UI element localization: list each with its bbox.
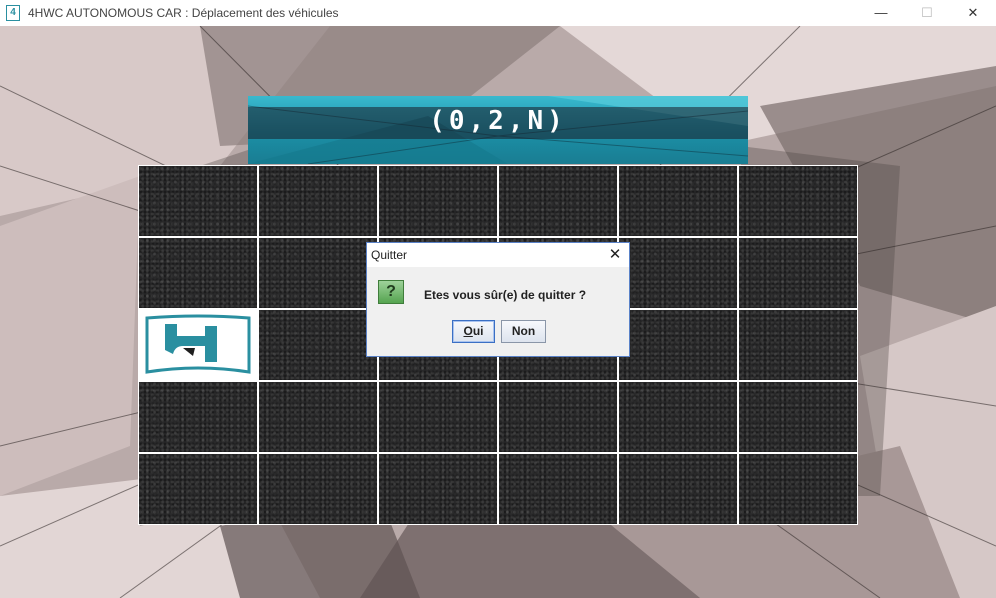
maximize-button[interactable]: ☐: [904, 0, 950, 26]
grid-cell[interactable]: [739, 454, 857, 524]
grid-cell[interactable]: [619, 166, 737, 236]
yes-button-mnemonic: O: [463, 324, 473, 338]
position-banner: (0,2,N): [248, 96, 748, 164]
car-position-label: (0,2,N): [429, 106, 567, 136]
grid-cell[interactable]: [139, 454, 257, 524]
grid-cell[interactable]: [739, 310, 857, 380]
dialog-message: Etes vous sûr(e) de quitter ?: [424, 288, 587, 302]
dialog-title: Quitter: [371, 248, 408, 262]
grid-cell[interactable]: [619, 310, 737, 380]
grid-cell[interactable]: [379, 454, 497, 524]
window-title: 4HWC AUTONOMOUS CAR : Déplacement des vé…: [28, 6, 339, 20]
close-window-button[interactable]: ✕: [950, 0, 996, 26]
grid-cell[interactable]: [259, 454, 377, 524]
grid-cell[interactable]: [739, 166, 857, 236]
grid-cell[interactable]: [499, 382, 617, 452]
grid-cell[interactable]: [139, 166, 257, 236]
grid-cell[interactable]: [259, 310, 377, 380]
dialog-close-button[interactable]: ✕: [603, 244, 627, 266]
grid-cell[interactable]: [619, 454, 737, 524]
grid-cell-car[interactable]: [139, 310, 257, 380]
grid-cell[interactable]: [739, 238, 857, 308]
grid-cell[interactable]: [259, 238, 377, 308]
grid-cell[interactable]: [499, 166, 617, 236]
dialog-titlebar: Quitter ✕: [367, 243, 629, 267]
car-logo-icon: [145, 314, 251, 374]
grid-cell[interactable]: [139, 382, 257, 452]
grid-cell[interactable]: [739, 382, 857, 452]
grid-cell[interactable]: [379, 166, 497, 236]
no-button[interactable]: Non: [501, 320, 546, 343]
grid-cell[interactable]: [619, 382, 737, 452]
yes-button[interactable]: Oui: [452, 320, 495, 343]
grid-cell[interactable]: [139, 238, 257, 308]
app-logo-icon: 4: [6, 5, 20, 21]
grid-cell[interactable]: [259, 166, 377, 236]
window-titlebar: 4 4HWC AUTONOMOUS CAR : Déplacement des …: [0, 0, 996, 27]
question-icon: ?: [378, 280, 404, 304]
grid-cell[interactable]: [259, 382, 377, 452]
grid-cell[interactable]: [499, 454, 617, 524]
minimize-button[interactable]: —: [858, 0, 904, 26]
grid-cell[interactable]: [619, 238, 737, 308]
yes-button-label: ui: [472, 324, 484, 338]
grid-cell[interactable]: [379, 382, 497, 452]
quit-dialog: Quitter ✕ ? Etes vous sûr(e) de quitter …: [366, 242, 630, 357]
